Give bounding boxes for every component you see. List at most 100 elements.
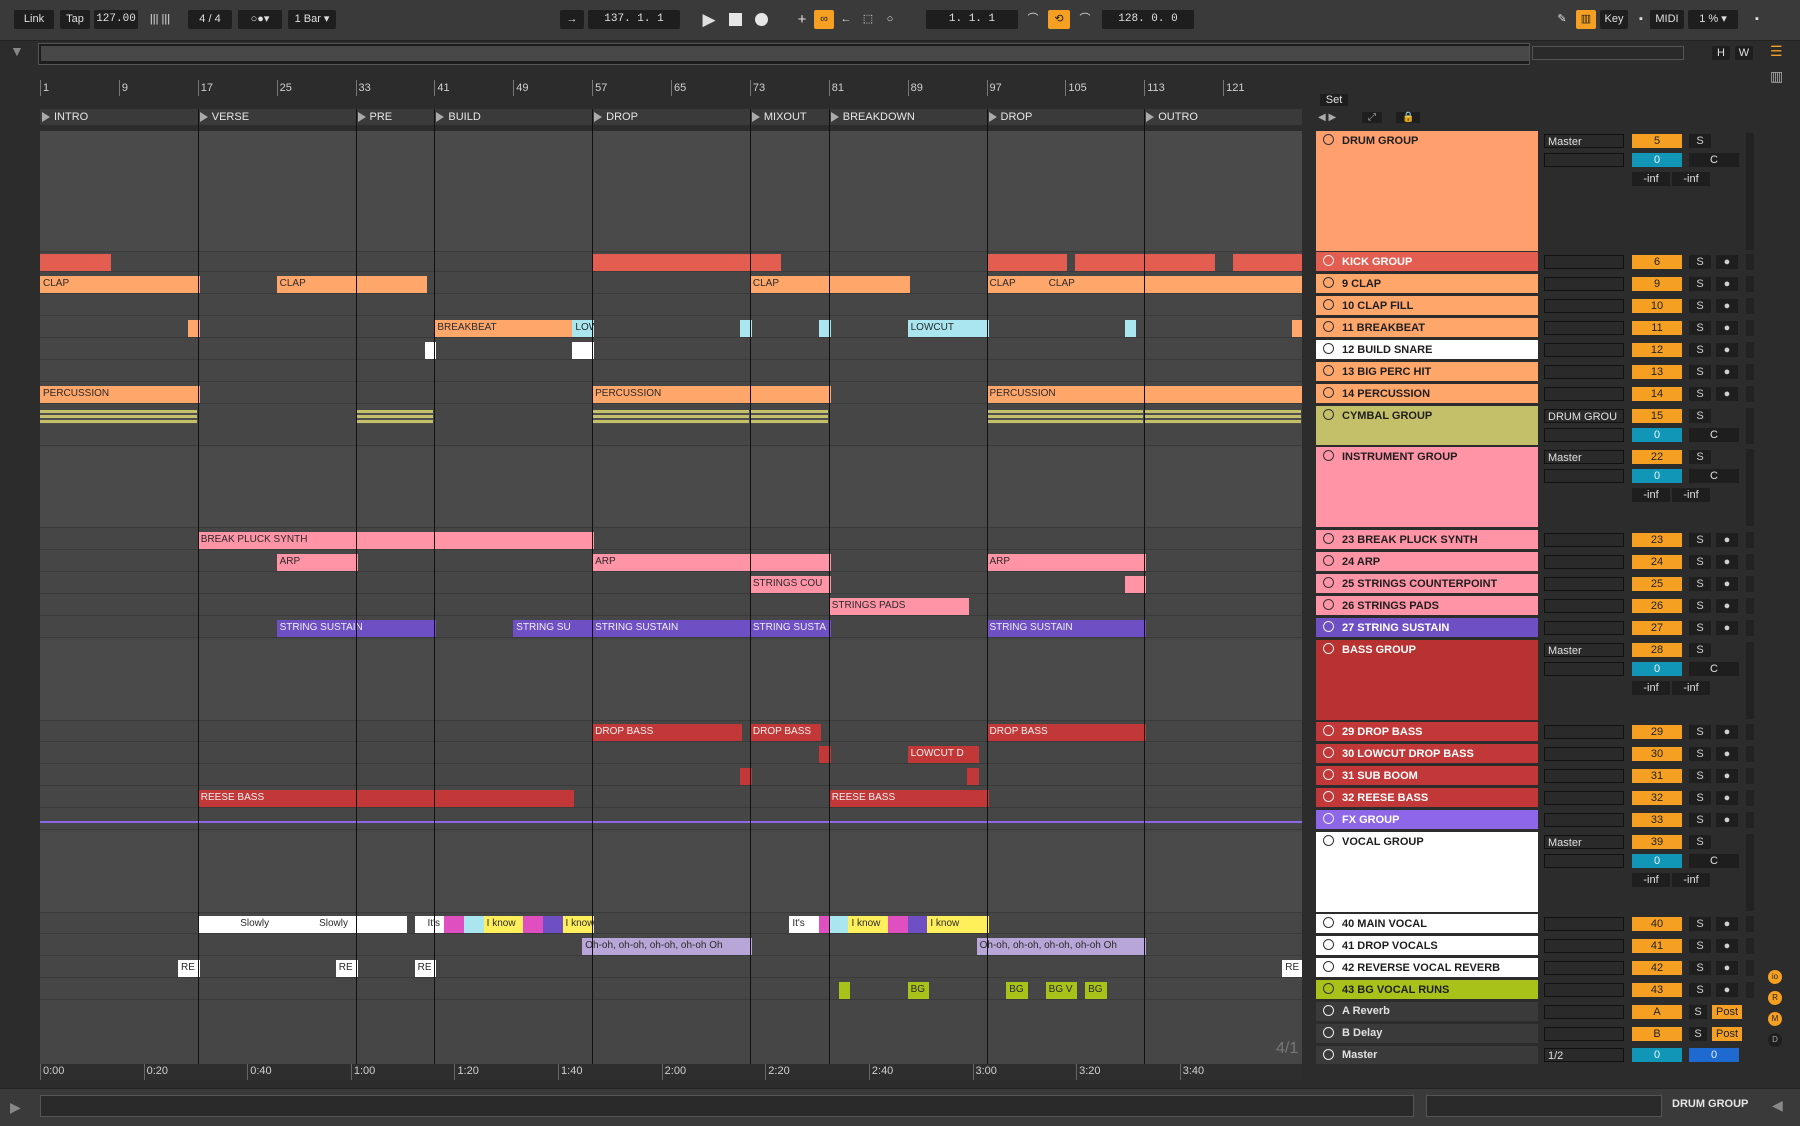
track-lane[interactable] — [40, 958, 1302, 978]
arm-icon[interactable]: ● — [1716, 983, 1738, 997]
track-activator[interactable]: 30 — [1632, 747, 1682, 761]
track-activator[interactable]: 12 — [1632, 343, 1682, 357]
zoom-width-button[interactable]: W — [1735, 46, 1753, 60]
track-header[interactable]: 11 BREAKBEAT — [1316, 318, 1538, 337]
track-header[interactable]: 24 ARP — [1316, 552, 1538, 571]
arm-icon[interactable]: ● — [1716, 533, 1738, 547]
arm-icon[interactable]: ● — [1716, 961, 1738, 975]
track-header[interactable]: 10 CLAP FILL — [1316, 296, 1538, 315]
return-activator[interactable]: B — [1632, 1027, 1682, 1041]
zoom-height-button[interactable]: H — [1712, 46, 1730, 60]
cymbal-clip[interactable] — [986, 410, 1144, 424]
track-activator[interactable]: 25 — [1632, 577, 1682, 591]
clip[interactable]: ARP — [276, 554, 358, 571]
track-activator[interactable]: 15 — [1632, 409, 1682, 423]
follow-icon[interactable]: → — [560, 10, 584, 29]
cymbal-clip[interactable] — [592, 410, 749, 424]
volume-field[interactable]: 0 — [1632, 469, 1682, 483]
browser-toggle-icon[interactable]: ▥ — [1770, 68, 1788, 86]
clip[interactable]: LOWCUT — [572, 320, 595, 337]
track-activator[interactable]: 40 — [1632, 917, 1682, 931]
input-routing-select[interactable] — [1544, 662, 1624, 676]
pan-field[interactable]: C — [1689, 662, 1739, 676]
master-volume[interactable]: 0 — [1632, 1048, 1682, 1062]
track-activator[interactable]: 43 — [1632, 983, 1682, 997]
clip[interactable]: PERCUSSION — [592, 386, 752, 403]
midi-map-button[interactable]: MIDI — [1650, 10, 1684, 29]
track-fold-icon[interactable] — [1323, 725, 1334, 736]
track-fold-icon[interactable] — [1323, 255, 1334, 266]
clip[interactable]: BG — [1006, 982, 1028, 999]
output-routing-select[interactable] — [1544, 365, 1624, 379]
track-fold-icon[interactable] — [1323, 621, 1334, 632]
locator-nav-icon[interactable]: ◀ ▶ — [1318, 112, 1336, 123]
clip[interactable]: BG — [1085, 982, 1107, 999]
track-activator[interactable]: 39 — [1632, 835, 1682, 849]
output-routing-select[interactable] — [1544, 939, 1624, 953]
track-activator[interactable]: 23 — [1632, 533, 1682, 547]
track-lane[interactable] — [40, 766, 1302, 786]
expand-icon[interactable]: ⤢ — [1362, 112, 1382, 123]
overdub-icon[interactable]: + — [792, 10, 812, 29]
arm-icon[interactable]: ● — [1716, 299, 1738, 313]
return-fold-icon[interactable] — [1323, 1027, 1334, 1038]
track-fold-icon[interactable] — [1323, 747, 1334, 758]
clip[interactable]: CLAP — [749, 276, 831, 293]
tap-tempo-button[interactable]: Tap — [60, 10, 90, 29]
track-header[interactable]: 14 PERCUSSION — [1316, 384, 1538, 403]
output-routing-select[interactable] — [1544, 725, 1624, 739]
mixer-indicator-icon[interactable]: M — [1768, 1012, 1782, 1026]
return-track-header[interactable]: B Delay — [1316, 1024, 1538, 1043]
track-lane[interactable] — [40, 980, 1302, 1000]
play-icon[interactable]: ▶ — [696, 10, 722, 29]
automation-arm-icon[interactable]: ∞ — [814, 10, 834, 29]
track-fold-icon[interactable] — [1323, 769, 1334, 780]
track-header[interactable]: 13 BIG PERC HIT — [1316, 362, 1538, 381]
solo-button[interactable]: S — [1689, 577, 1711, 591]
track-activator[interactable]: 33 — [1632, 813, 1682, 827]
output-routing-select[interactable] — [1544, 813, 1624, 827]
clip[interactable]: STRINGS COU — [749, 576, 831, 593]
solo-button[interactable]: S — [1689, 961, 1711, 975]
arm-icon[interactable]: ● — [1716, 577, 1738, 591]
track-activator[interactable]: 22 — [1632, 450, 1682, 464]
punch-in-icon[interactable]: ⌒ — [1022, 10, 1044, 29]
solo-button[interactable]: S — [1689, 813, 1711, 827]
cymbal-clip[interactable] — [355, 410, 434, 424]
track-lane[interactable] — [40, 362, 1302, 382]
clip[interactable] — [986, 254, 1068, 271]
clip[interactable]: STRINGS PADS — [828, 598, 969, 615]
output-routing-select[interactable] — [1544, 747, 1624, 761]
track-header[interactable]: VOCAL GROUP — [1316, 832, 1538, 912]
clip[interactable] — [375, 916, 397, 933]
volume-field[interactable]: 0 — [1632, 662, 1682, 676]
clip[interactable]: RE — [1282, 960, 1302, 977]
stop-icon[interactable] — [722, 10, 748, 29]
loop-switch-icon[interactable]: ⟲ — [1048, 10, 1070, 29]
clip[interactable]: CLAP — [276, 276, 427, 293]
output-routing-select[interactable] — [1544, 621, 1624, 635]
output-routing-select[interactable]: Master — [1544, 450, 1624, 464]
locator-pre[interactable]: PRE — [356, 110, 392, 125]
track-fold-icon[interactable] — [1323, 917, 1334, 928]
back-to-arrangement-icon[interactable]: ← — [836, 10, 856, 29]
link-button[interactable]: Link — [14, 10, 54, 29]
clip[interactable] — [1124, 320, 1137, 337]
clip[interactable]: LOWCUT — [907, 320, 989, 337]
clip[interactable] — [463, 916, 486, 933]
track-header[interactable]: 27 STRING SUSTAIN — [1316, 618, 1538, 637]
clip[interactable]: REESE BASS — [197, 790, 358, 807]
clip[interactable] — [40, 254, 112, 271]
clip[interactable] — [1124, 576, 1147, 593]
clip[interactable] — [197, 916, 220, 933]
clip[interactable]: STRING SUSTAIN — [592, 620, 752, 637]
solo-button[interactable]: S — [1689, 791, 1711, 805]
arm-icon[interactable]: ● — [1716, 255, 1738, 269]
punch-out-icon[interactable]: ⌒ — [1074, 10, 1096, 29]
loop-start-field[interactable]: 1. 1. 1 — [926, 10, 1018, 29]
volume-field[interactable]: 0 — [1632, 854, 1682, 868]
metronome-icon[interactable]: ○●▾ — [238, 10, 282, 29]
input-routing-select[interactable] — [1544, 153, 1624, 167]
track-fold-icon[interactable] — [1323, 299, 1334, 310]
output-routing-select[interactable] — [1544, 321, 1624, 335]
